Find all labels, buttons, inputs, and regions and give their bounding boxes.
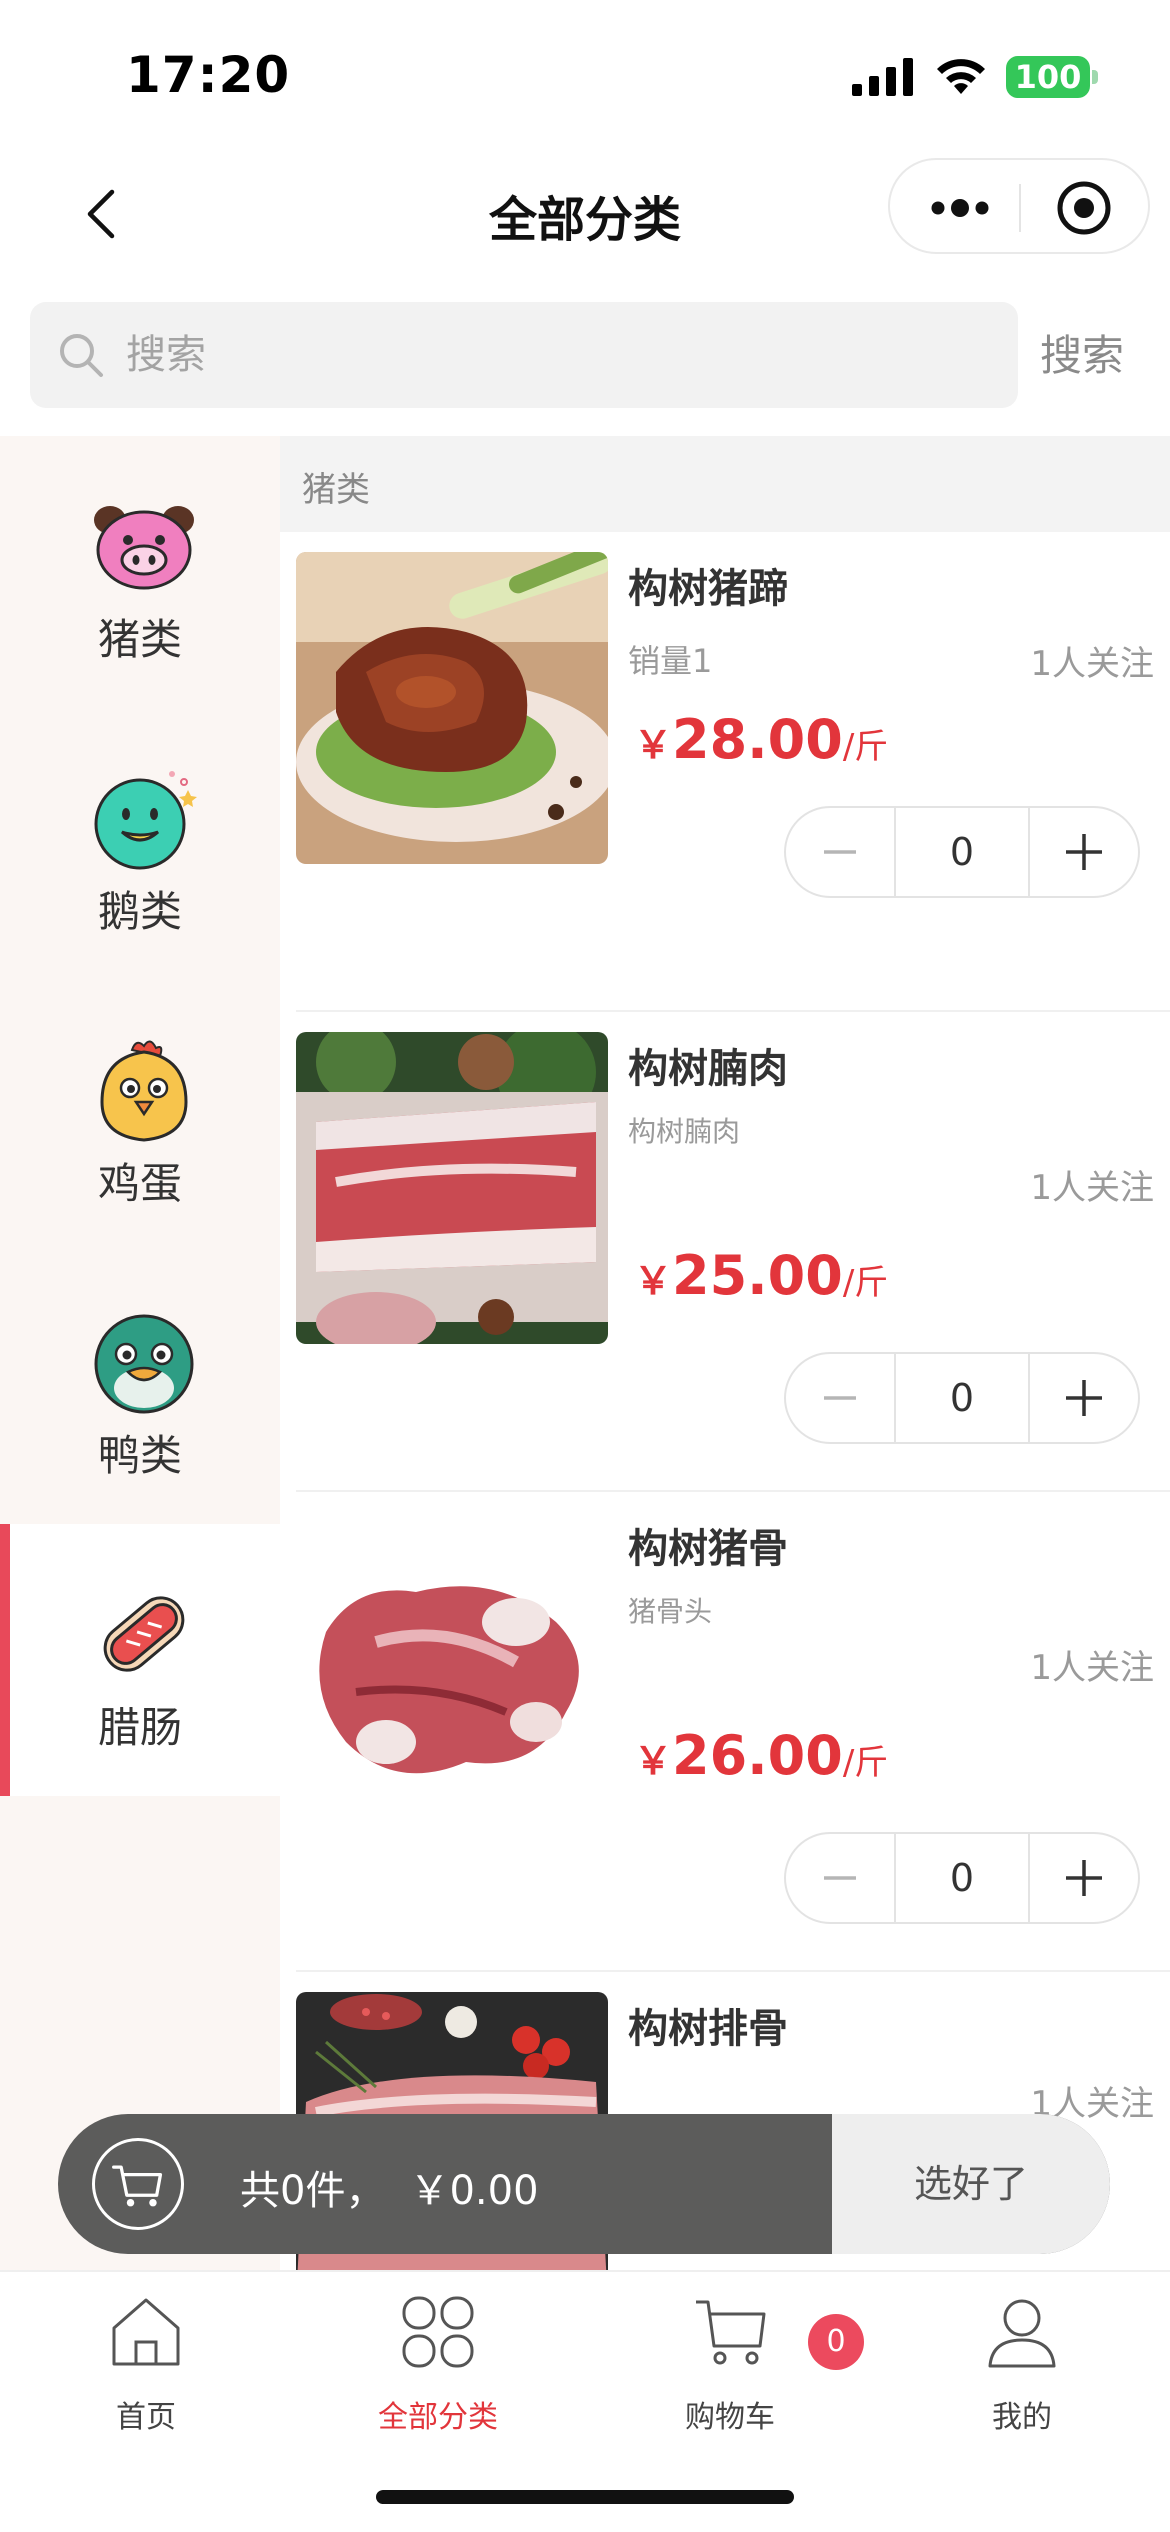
quantity-stepper: 0	[784, 1352, 1140, 1444]
goose-icon	[94, 771, 197, 870]
decrease-button[interactable]	[786, 1354, 894, 1442]
sidebar-item-duck[interactable]: 鸭类	[0, 1252, 280, 1524]
price-value: 26.00	[672, 1724, 843, 1787]
wifi-icon	[937, 59, 985, 94]
battery-indicator: 100	[1006, 56, 1090, 98]
home-icon	[112, 2298, 180, 2366]
sidebar-item-eggs[interactable]: 鸡蛋	[0, 980, 280, 1252]
chicken-icon	[100, 1040, 188, 1142]
price-unit: /斤	[842, 1743, 889, 1783]
search-row: 搜索	[0, 300, 1170, 410]
checkout-button[interactable]: 选好了	[832, 2114, 1110, 2254]
capsule-divider	[1019, 184, 1021, 232]
sidebar-item-label: 腊肠	[97, 1703, 182, 1752]
product-card[interactable]: 构树猪骨 猪骨头 1人关注 ￥26.00/斤 0	[280, 1492, 1170, 1972]
status-bar: 17:20 100	[0, 0, 1170, 150]
tab-profile[interactable]: 我的	[876, 2272, 1168, 2462]
tab-all-categories[interactable]: 全部分类	[292, 2272, 584, 2462]
product-name: 构树猪骨	[628, 1526, 788, 1572]
battery-tip	[1092, 70, 1098, 84]
price-symbol: ￥	[634, 1739, 673, 1783]
product-card[interactable]: 构树猪蹄 销量1 1人关注 ￥28.00/斤 0	[280, 532, 1170, 1012]
product-list: 猪类 构树猪蹄 销量1 1人关注 ￥28.00/斤 0 构树腩肉 构树腩肉 1人…	[280, 436, 1170, 2272]
product-price: ￥26.00/斤	[634, 1724, 888, 1787]
cart-summary-text: 共0件， ￥0.00	[240, 2158, 563, 2216]
price-unit: /斤	[842, 727, 889, 767]
category-sidebar: 猪类 鹅类 鸡蛋 鸭类 腊肠	[0, 436, 280, 2272]
product-description: 构树腩肉	[628, 1115, 741, 1148]
search-icon	[60, 334, 103, 377]
pig-icon	[94, 506, 194, 590]
quantity-stepper: 0	[784, 806, 1140, 898]
sidebar-item-label: 鸭类	[97, 1431, 182, 1480]
product-card[interactable]: 构树腩肉 构树腩肉 1人关注 ￥25.00/斤 0	[280, 1012, 1170, 1492]
sidebar-item-label: 猪类	[97, 615, 182, 664]
decrease-button[interactable]	[786, 808, 894, 896]
tab-label: 全部分类	[378, 2400, 498, 2435]
duck-icon	[94, 1314, 194, 1414]
product-image-pig-trotter	[296, 552, 608, 864]
sidebar-item-sausage[interactable]: 腊肠	[0, 1524, 280, 1796]
category-header-title: 猪类	[302, 470, 370, 510]
price-symbol: ￥	[634, 723, 673, 767]
mini-program-capsule	[888, 158, 1150, 254]
increase-button[interactable]	[1030, 808, 1138, 896]
product-sales: 销量1	[628, 642, 713, 680]
product-description: 猪骨头	[628, 1595, 713, 1628]
product-image-pork-bone	[296, 1512, 608, 1824]
search-input[interactable]	[126, 324, 986, 386]
product-price: ￥28.00/斤	[634, 708, 888, 771]
product-name: 构树腩肉	[628, 1046, 788, 1092]
close-target-icon[interactable]	[1056, 180, 1112, 236]
search-box[interactable]	[30, 302, 1018, 408]
sidebar-item-label: 鹅类	[97, 887, 182, 936]
price-value: 25.00	[672, 1244, 843, 1307]
user-icon	[988, 2299, 1056, 2368]
tab-label: 首页	[116, 2400, 176, 2435]
increase-button[interactable]	[1030, 1834, 1138, 1922]
product-follow-count: 1人关注	[1030, 644, 1154, 684]
product-name: 构树排骨	[628, 2006, 788, 2052]
shopping-cart-icon	[112, 2165, 163, 2207]
home-indicator	[376, 2490, 794, 2504]
product-name: 构树猪蹄	[628, 566, 788, 612]
navigation-bar: 全部分类	[0, 150, 1170, 280]
cart-total-price: ￥0.00	[409, 2168, 539, 2214]
decrease-button[interactable]	[786, 1834, 894, 1922]
search-button[interactable]: 搜索	[1040, 322, 1124, 383]
sidebar-item-pork[interactable]: 猪类	[0, 436, 280, 708]
sidebar-item-goose[interactable]: 鹅类	[0, 708, 280, 980]
quantity-value[interactable]: 0	[896, 1354, 1028, 1442]
category-header: 猪类	[280, 436, 1170, 532]
tab-home[interactable]: 首页	[0, 2272, 292, 2462]
increase-button[interactable]	[1030, 1354, 1138, 1442]
cellular-signal-icon	[852, 58, 913, 96]
status-time: 17:20	[126, 46, 291, 104]
sausage-icon	[103, 1596, 185, 1672]
price-symbol: ￥	[634, 1259, 673, 1303]
category-icon	[402, 2296, 474, 2368]
product-follow-count: 1人关注	[1030, 1168, 1154, 1208]
cart-summary-bar: 共0件， ￥0.00 选好了	[58, 2114, 1110, 2254]
product-image-pork-belly	[296, 1032, 608, 1344]
product-price: ￥25.00/斤	[634, 1244, 888, 1307]
quantity-value[interactable]: 0	[896, 808, 1028, 896]
tab-label: 我的	[992, 2400, 1052, 2435]
cart-button[interactable]	[92, 2138, 184, 2230]
quantity-value[interactable]: 0	[896, 1834, 1028, 1922]
more-dots-icon[interactable]	[930, 190, 990, 226]
tab-label: 购物车	[685, 2400, 775, 2435]
price-value: 28.00	[672, 708, 843, 771]
sidebar-item-label: 鸡蛋	[97, 1159, 182, 1208]
cart-count-badge: 0	[808, 2314, 864, 2370]
cart-icon	[696, 2300, 766, 2365]
back-chevron-icon[interactable]	[82, 186, 122, 242]
cart-item-count: 共0件，	[240, 2168, 386, 2214]
price-unit: /斤	[842, 1263, 889, 1303]
product-follow-count: 1人关注	[1030, 1648, 1154, 1688]
quantity-stepper: 0	[784, 1832, 1140, 1924]
